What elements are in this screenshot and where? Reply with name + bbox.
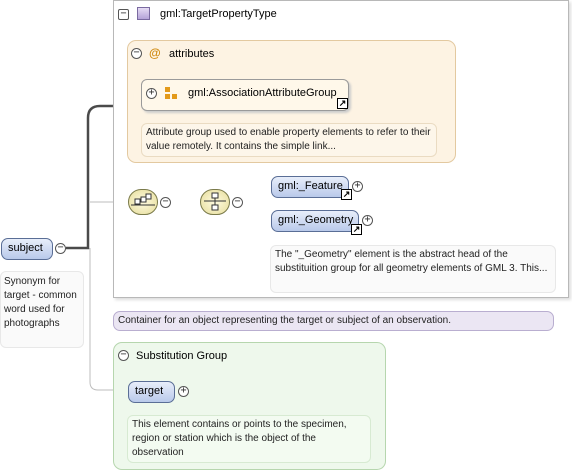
attribute-group-link-icon[interactable]: ↗ <box>337 98 348 109</box>
geometry-element[interactable]: gml:_Geometry <box>271 210 359 232</box>
geometry-documentation: The "_Geometry" element is the abstract … <box>270 245 556 293</box>
type-collapse-toggle[interactable]: − <box>118 9 129 20</box>
substitution-title: Substitution Group <box>136 350 228 362</box>
attributes-documentation: Attribute group used to enable property … <box>141 123 437 157</box>
substitution-collapse-toggle[interactable]: − <box>118 350 129 361</box>
complex-type-icon <box>137 7 150 20</box>
subject-element[interactable]: subject <box>1 238 53 260</box>
feature-element[interactable]: gml:_Feature <box>271 176 349 198</box>
target-label: target <box>135 385 164 397</box>
attribute-group-expand-toggle[interactable]: + <box>146 88 157 99</box>
attribute-group-icon <box>165 87 178 100</box>
attributes-title: attributes <box>169 48 215 60</box>
target-documentation: This element contains or points to the s… <box>127 415 371 463</box>
target-expand-toggle[interactable]: + <box>178 386 189 397</box>
geometry-expand-toggle[interactable]: + <box>362 215 373 226</box>
attribute-group-label: gml:AssociationAttributeGroup <box>188 87 337 99</box>
geometry-link-icon[interactable]: ↗ <box>351 224 362 235</box>
subject-collapse-toggle[interactable]: − <box>55 243 66 254</box>
feature-expand-toggle[interactable]: + <box>352 181 363 192</box>
attributes-collapse-toggle[interactable]: − <box>131 48 142 59</box>
choice-compositor-icon[interactable] <box>200 189 230 215</box>
type-documentation: Container for an object representing the… <box>113 311 554 331</box>
geometry-label: gml:_Geometry <box>278 214 354 226</box>
at-sign-icon: @ <box>149 46 161 60</box>
subject-label: subject <box>8 242 43 254</box>
type-title: gml:TargetPropertyType <box>160 8 277 20</box>
sequence-compositor-icon[interactable] <box>128 189 158 215</box>
target-element[interactable]: target <box>128 381 175 403</box>
subject-documentation: Synonym for target - common word used fo… <box>0 271 84 348</box>
choice-collapse-toggle[interactable]: − <box>232 197 243 208</box>
feature-label: gml:_Feature <box>278 180 343 192</box>
sequence-collapse-toggle[interactable]: − <box>160 197 171 208</box>
feature-link-icon[interactable]: ↗ <box>341 189 352 200</box>
